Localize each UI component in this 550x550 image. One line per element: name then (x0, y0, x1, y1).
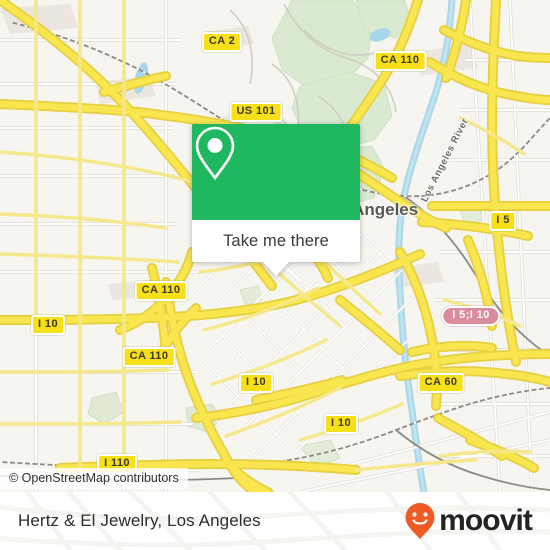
location-title: Hertz & El Jewelry, Los Angeles (18, 511, 261, 530)
highway-shield-i-10-c[interactable]: I 10 (239, 373, 273, 393)
popup-pointer (263, 262, 289, 276)
popup-header (192, 124, 360, 220)
map-canvas[interactable]: Los Angeles Los Angeles River CA 2 CA 11… (0, 0, 550, 492)
highway-shield-ca-110-n[interactable]: CA 110 (373, 51, 427, 71)
highway-shield-us-101[interactable]: US 101 (229, 102, 283, 122)
highway-shield-ca-110-w[interactable]: CA 110 (134, 281, 188, 301)
highway-shield-ca-110-s[interactable]: CA 110 (122, 347, 176, 367)
location-popup-card[interactable]: Take me there (192, 124, 360, 276)
highway-shield-i-5[interactable]: I 5 (489, 211, 517, 231)
popup-action-bar[interactable]: Take me there (192, 220, 360, 262)
moovit-pin-icon (405, 503, 435, 539)
osm-attribution[interactable]: © OpenStreetMap contributors (0, 468, 188, 489)
moovit-wordmark: moovit (439, 504, 533, 537)
moovit-map-page: Los Angeles Los Angeles River CA 2 CA 11… (0, 0, 550, 550)
footer-bar: Hertz & El Jewelry, Los Angeles moovit (0, 492, 550, 550)
take-me-there-label: Take me there (223, 231, 329, 250)
highway-shield-ca-2[interactable]: CA 2 (201, 32, 243, 52)
moovit-logo[interactable]: moovit (403, 501, 533, 541)
highway-shield-i-10-e[interactable]: I 10 (324, 414, 358, 434)
map-pin-icon (195, 126, 235, 181)
highway-shield-i-5-i-10[interactable]: I 5;I 10 (441, 306, 501, 326)
highway-shield-i-10-w[interactable]: I 10 (31, 315, 65, 335)
highway-shield-ca-60[interactable]: CA 60 (417, 373, 465, 393)
